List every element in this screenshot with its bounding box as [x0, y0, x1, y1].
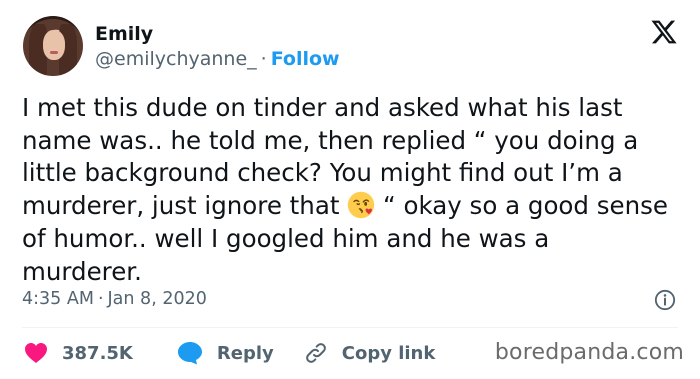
avatar-face [43, 30, 65, 60]
author-handle-row: @emilychyanne_ · Follow [95, 48, 340, 70]
tweet-card: Emily @emilychyanne_ · Follow I met this d… [0, 0, 700, 379]
avatar-lips [50, 51, 58, 54]
avatar[interactable] [23, 16, 83, 76]
face-blowing-kiss-icon [348, 191, 375, 219]
copy-link-button[interactable]: Copy link [304, 341, 436, 365]
author-handle[interactable]: @emilychyanne_ [95, 48, 257, 70]
copy-link-label: Copy link [341, 342, 436, 364]
like-button[interactable]: 387.5K [24, 342, 133, 364]
timestamp-separator: · [97, 289, 104, 309]
handle-separator: · [260, 48, 267, 70]
divider [22, 327, 678, 328]
reply-button[interactable]: Reply [177, 341, 274, 365]
timestamp-date: Jan 8, 2020 [107, 289, 207, 309]
info-icon[interactable] [654, 289, 676, 311]
follow-button[interactable]: Follow [271, 48, 340, 70]
link-icon [305, 343, 326, 363]
tweet-text: I met this dude on tinder and asked what… [22, 92, 672, 288]
author-name[interactable]: Emily [95, 23, 153, 45]
x-logo-icon[interactable] [650, 18, 678, 46]
timestamp-time: 4:35 AM [22, 289, 94, 309]
like-count: 387.5K [62, 342, 133, 364]
heart-icon [25, 343, 47, 363]
reply-bubble-icon [177, 342, 202, 365]
watermark: boredpanda.com [494, 340, 684, 365]
action-bar: 387.5K Reply Copy link [24, 340, 465, 366]
reply-label: Reply [216, 342, 274, 364]
timestamp[interactable]: 4:35 AM · Jan 8, 2020 [22, 289, 207, 309]
